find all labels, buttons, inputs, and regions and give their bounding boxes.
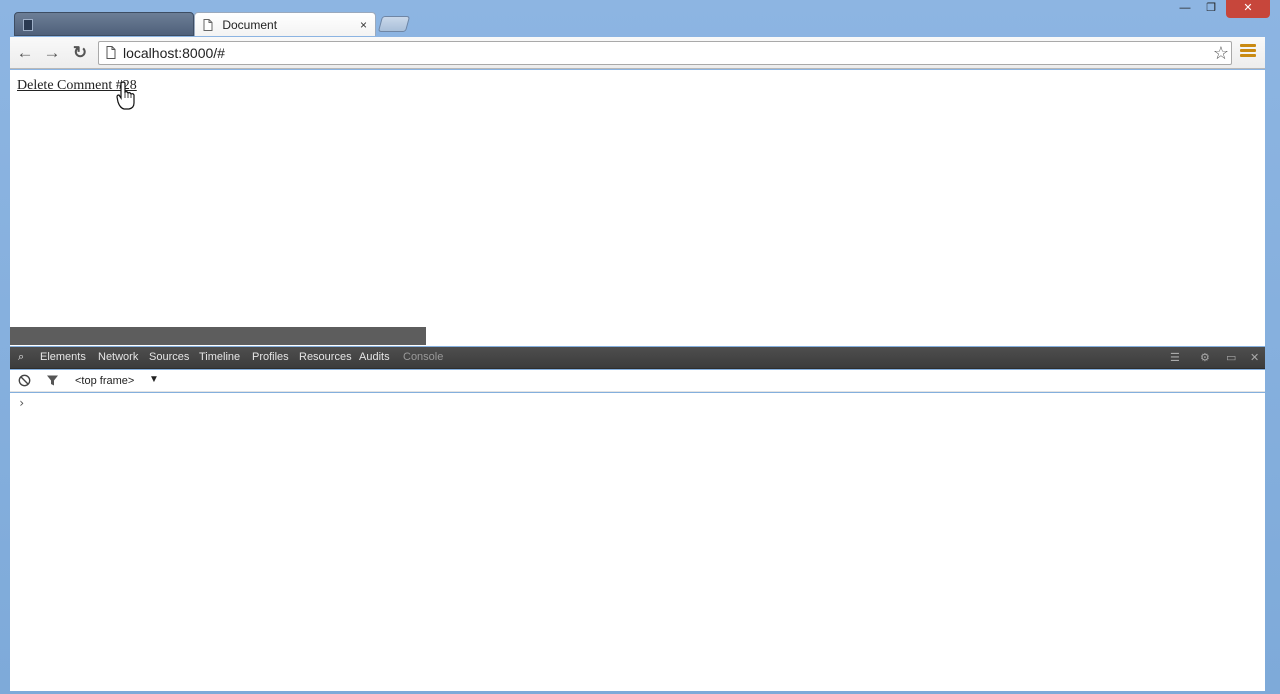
minimize-icon: —: [1179, 2, 1191, 14]
tab-console[interactable]: Console: [403, 351, 443, 363]
tab-sources[interactable]: Sources: [149, 351, 189, 363]
menu-bar-icon: [1240, 44, 1256, 47]
page-icon: [106, 46, 116, 64]
devtools-close-icon[interactable]: ✕: [1250, 351, 1259, 364]
close-icon: ✕: [1243, 2, 1253, 14]
forward-button[interactable]: →: [41, 42, 63, 64]
reload-icon: ↻: [72, 43, 88, 62]
menu-bar-icon: [1240, 54, 1256, 57]
tab-close-icon[interactable]: ×: [360, 13, 367, 36]
devtools-search-icon[interactable]: ⌕: [18, 351, 24, 364]
close-window-button[interactable]: ✕: [1226, 0, 1270, 18]
page-viewport: Delete Comment #28: [10, 70, 1265, 346]
maximize-button[interactable]: ❐: [1198, 0, 1224, 18]
menu-bar-icon: [1240, 49, 1256, 52]
tab-audits[interactable]: Audits: [359, 351, 390, 363]
browser-toolbar: ← → ↻ localhost:8000/# ☆: [10, 37, 1265, 69]
browser-window: Document × — ❐ ✕ ← → ↻ localhost:8000/# …: [0, 0, 1280, 694]
devtools-tooltip: [10, 327, 426, 345]
tab-elements[interactable]: Elements: [40, 351, 86, 363]
devtools-tab-bar: ⌕ Elements Network Sources Timeline Prof…: [10, 347, 1265, 369]
tab-network[interactable]: Network: [98, 351, 138, 363]
forward-arrow-icon: →: [43, 43, 61, 62]
favicon-icon: [23, 19, 33, 31]
tab-strip: Document × — ❐ ✕: [0, 0, 1280, 38]
tab-document-title: Document: [222, 18, 278, 32]
new-tab-button[interactable]: [377, 16, 411, 32]
tab-timeline[interactable]: Timeline: [199, 351, 240, 363]
console-output[interactable]: ›: [10, 393, 1265, 691]
tab-resources[interactable]: Resources: [299, 351, 352, 363]
bookmark-star-icon[interactable]: ☆: [1213, 43, 1229, 63]
back-button[interactable]: ←: [14, 42, 36, 64]
hand-cursor-icon: [116, 80, 136, 115]
dock-icon[interactable]: ▭: [1226, 351, 1236, 364]
clear-console-icon[interactable]: [18, 374, 31, 392]
tab-document[interactable]: Document ×: [194, 12, 376, 36]
url-text[interactable]: localhost:8000/#: [123, 45, 225, 61]
maximize-icon: ❐: [1206, 2, 1216, 14]
console-prompt: ›: [18, 396, 26, 410]
dropdown-arrow-icon[interactable]: ▼: [149, 374, 159, 385]
frame-selector[interactable]: <top frame>: [75, 375, 134, 387]
filter-icon[interactable]: [46, 374, 59, 392]
console-toolbar: <top frame> ▼: [10, 370, 1265, 392]
page-icon: [203, 19, 213, 31]
tab-profiles[interactable]: Profiles: [252, 351, 289, 363]
drawer-toggle-icon[interactable]: ☰: [1170, 351, 1180, 364]
minimize-button[interactable]: —: [1172, 0, 1198, 18]
settings-gear-icon[interactable]: ⚙: [1200, 351, 1210, 364]
reload-button[interactable]: ↻: [69, 42, 91, 64]
address-bar[interactable]: localhost:8000/# ☆: [98, 41, 1232, 65]
tab-inactive[interactable]: [14, 12, 194, 36]
back-arrow-icon: ←: [16, 43, 34, 62]
chrome-menu-button[interactable]: [1240, 44, 1256, 60]
